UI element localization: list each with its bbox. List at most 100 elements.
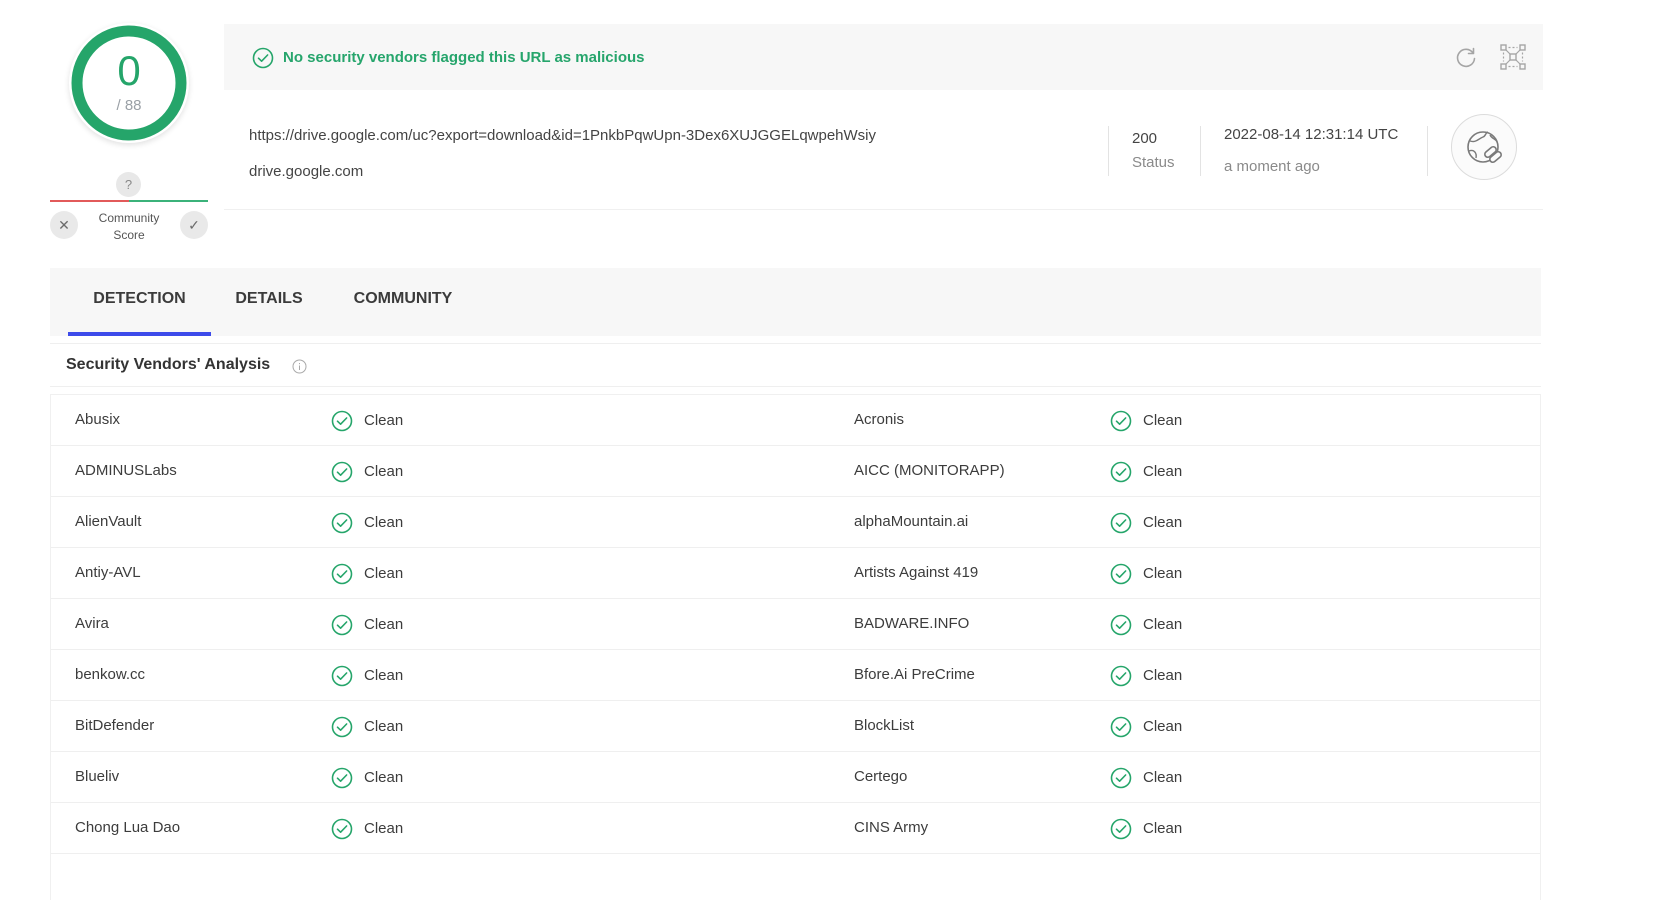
table-row: ADMINUSLabs Clean AICC (MONITORAPP) Clean — [51, 446, 1540, 497]
check-circle-icon — [1110, 410, 1132, 431]
score-total: / 88 — [116, 97, 142, 114]
divider — [1108, 126, 1109, 176]
detection-score: 0 / 88 — [69, 23, 189, 143]
vendor-name: alphaMountain.ai — [854, 513, 969, 530]
vendor-name: BitDefender — [75, 717, 155, 734]
table-row: Avira Clean BADWARE.INFO Clean — [51, 599, 1540, 650]
url-type-badge — [1451, 114, 1517, 180]
vendor-result: Clean — [1110, 497, 1182, 548]
table-row: AlienVault Clean alphaMountain.ai Clean — [51, 497, 1540, 548]
vendor-name: Certego — [854, 768, 908, 785]
vendor-result: Clean — [1110, 599, 1182, 650]
vendor-result-label: Clean — [1143, 717, 1183, 735]
check-circle-icon — [331, 563, 353, 584]
check-circle-icon — [331, 614, 353, 635]
refresh-icon[interactable] — [1452, 43, 1480, 71]
vendor-result-label: Clean — [1143, 819, 1183, 837]
vendor-result-label: Clean — [1143, 666, 1183, 684]
vendor-result: Clean — [331, 446, 403, 497]
graph-icon[interactable] — [1499, 43, 1527, 71]
vendor-result-label: Clean — [1143, 411, 1183, 429]
http-status-label: Status — [1132, 154, 1175, 171]
vendor-result: Clean — [331, 497, 403, 548]
vendor-result: Clean — [1110, 548, 1182, 599]
community-score: ? ✕ Community Score ✓ — [50, 172, 208, 247]
info-icon[interactable] — [292, 359, 307, 374]
check-circle-icon — [1110, 461, 1132, 482]
vendor-name: CINS Army — [854, 819, 929, 836]
verdict-banner: No security vendors flagged this URL as … — [224, 24, 1543, 90]
table-row: Chong Lua Dao Clean CINS Army Clean — [51, 803, 1540, 854]
vote-harmful-button[interactable]: ✕ — [50, 211, 78, 239]
last-analysis-date: 2022-08-14 12:31:14 UTC — [1224, 126, 1399, 143]
url-info-card: https://drive.google.com/uc?export=downl… — [224, 90, 1543, 210]
check-circle-icon — [1110, 716, 1132, 737]
community-score-bar — [50, 200, 208, 202]
table-row: Antiy-AVL Clean Artists Against 419 Clean — [51, 548, 1540, 599]
check-circle-icon — [331, 716, 353, 737]
check-circle-icon — [331, 461, 353, 482]
vendor-name: ADMINUSLabs — [75, 462, 177, 479]
table-row: benkow.cc Clean Bfore.Ai PreCrime Clean — [51, 650, 1540, 701]
vendor-result: Clean — [331, 803, 403, 854]
vendor-result-label: Clean — [364, 666, 404, 684]
vendor-result: Clean — [1110, 803, 1182, 854]
vendor-name: AICC (MONITORAPP) — [854, 462, 1005, 479]
check-circle-icon — [1110, 767, 1132, 788]
vendor-name: benkow.cc — [75, 666, 146, 683]
vendor-result: Clean — [331, 650, 403, 701]
vendor-result: Clean — [331, 548, 403, 599]
vendor-result-label: Clean — [364, 768, 404, 786]
report-tabs: DETECTION DETAILS COMMUNITY — [50, 268, 1541, 336]
vendor-name: Antiy-AVL — [75, 564, 141, 581]
check-circle-icon — [252, 47, 274, 69]
check-circle-icon — [1110, 665, 1132, 686]
vendor-name: Acronis — [854, 411, 905, 428]
check-circle-icon — [331, 767, 353, 788]
community-label-line1: Community — [98, 211, 160, 225]
vendor-name: Bfore.Ai PreCrime — [854, 666, 975, 683]
vendor-name: Abusix — [75, 411, 121, 428]
vendor-result-label: Clean — [364, 564, 404, 582]
vendor-name: Chong Lua Dao — [75, 819, 181, 836]
vendor-result: Clean — [331, 599, 403, 650]
vendor-name: Artists Against 419 — [854, 564, 979, 581]
check-circle-icon — [331, 665, 353, 686]
divider — [1427, 126, 1428, 176]
vendor-result: Clean — [1110, 701, 1182, 752]
vendor-name: BADWARE.INFO — [854, 615, 970, 632]
check-circle-icon — [331, 410, 353, 431]
vendor-name: AlienVault — [75, 513, 142, 530]
tab-community[interactable]: COMMUNITY — [333, 268, 473, 336]
web-link-icon — [1467, 131, 1502, 164]
analysis-header: Security Vendors' Analysis — [50, 343, 1541, 387]
analysis-title: Security Vendors' Analysis — [66, 356, 271, 373]
check-circle-icon — [1110, 818, 1132, 839]
check-circle-icon — [331, 818, 353, 839]
tab-details[interactable]: DETAILS — [217, 268, 321, 336]
check-circle-icon — [1110, 512, 1132, 533]
vendor-name: BlockList — [854, 717, 915, 734]
tab-detection[interactable]: DETECTION — [68, 268, 211, 336]
url-domain[interactable]: drive.google.com — [249, 163, 363, 180]
scanned-url[interactable]: https://drive.google.com/uc?export=downl… — [249, 127, 876, 144]
check-circle-icon — [1110, 563, 1132, 584]
table-row: Blueliv Clean Certego Clean — [51, 752, 1540, 803]
vote-harmless-button[interactable]: ✓ — [180, 211, 208, 239]
vendor-result-label: Clean — [364, 513, 404, 531]
http-status-code: 200 — [1132, 130, 1158, 147]
vendor-result: Clean — [1110, 752, 1182, 803]
vendor-result: Clean — [1110, 395, 1182, 446]
vendor-result-label: Clean — [1143, 768, 1183, 786]
community-score-label: Community Score — [84, 210, 174, 244]
vendor-name: Avira — [75, 615, 109, 632]
vendor-result-label: Clean — [1143, 513, 1183, 531]
vendor-result-label: Clean — [364, 462, 404, 480]
vendor-result-label: Clean — [1143, 564, 1183, 582]
vendor-result: Clean — [331, 752, 403, 803]
vendor-result-label: Clean — [364, 615, 404, 633]
table-row: Abusix Clean Acronis Clean — [51, 395, 1540, 446]
vendor-result-label: Clean — [364, 819, 404, 837]
active-tab-indicator — [68, 332, 211, 336]
vendor-result-label: Clean — [1143, 462, 1183, 480]
